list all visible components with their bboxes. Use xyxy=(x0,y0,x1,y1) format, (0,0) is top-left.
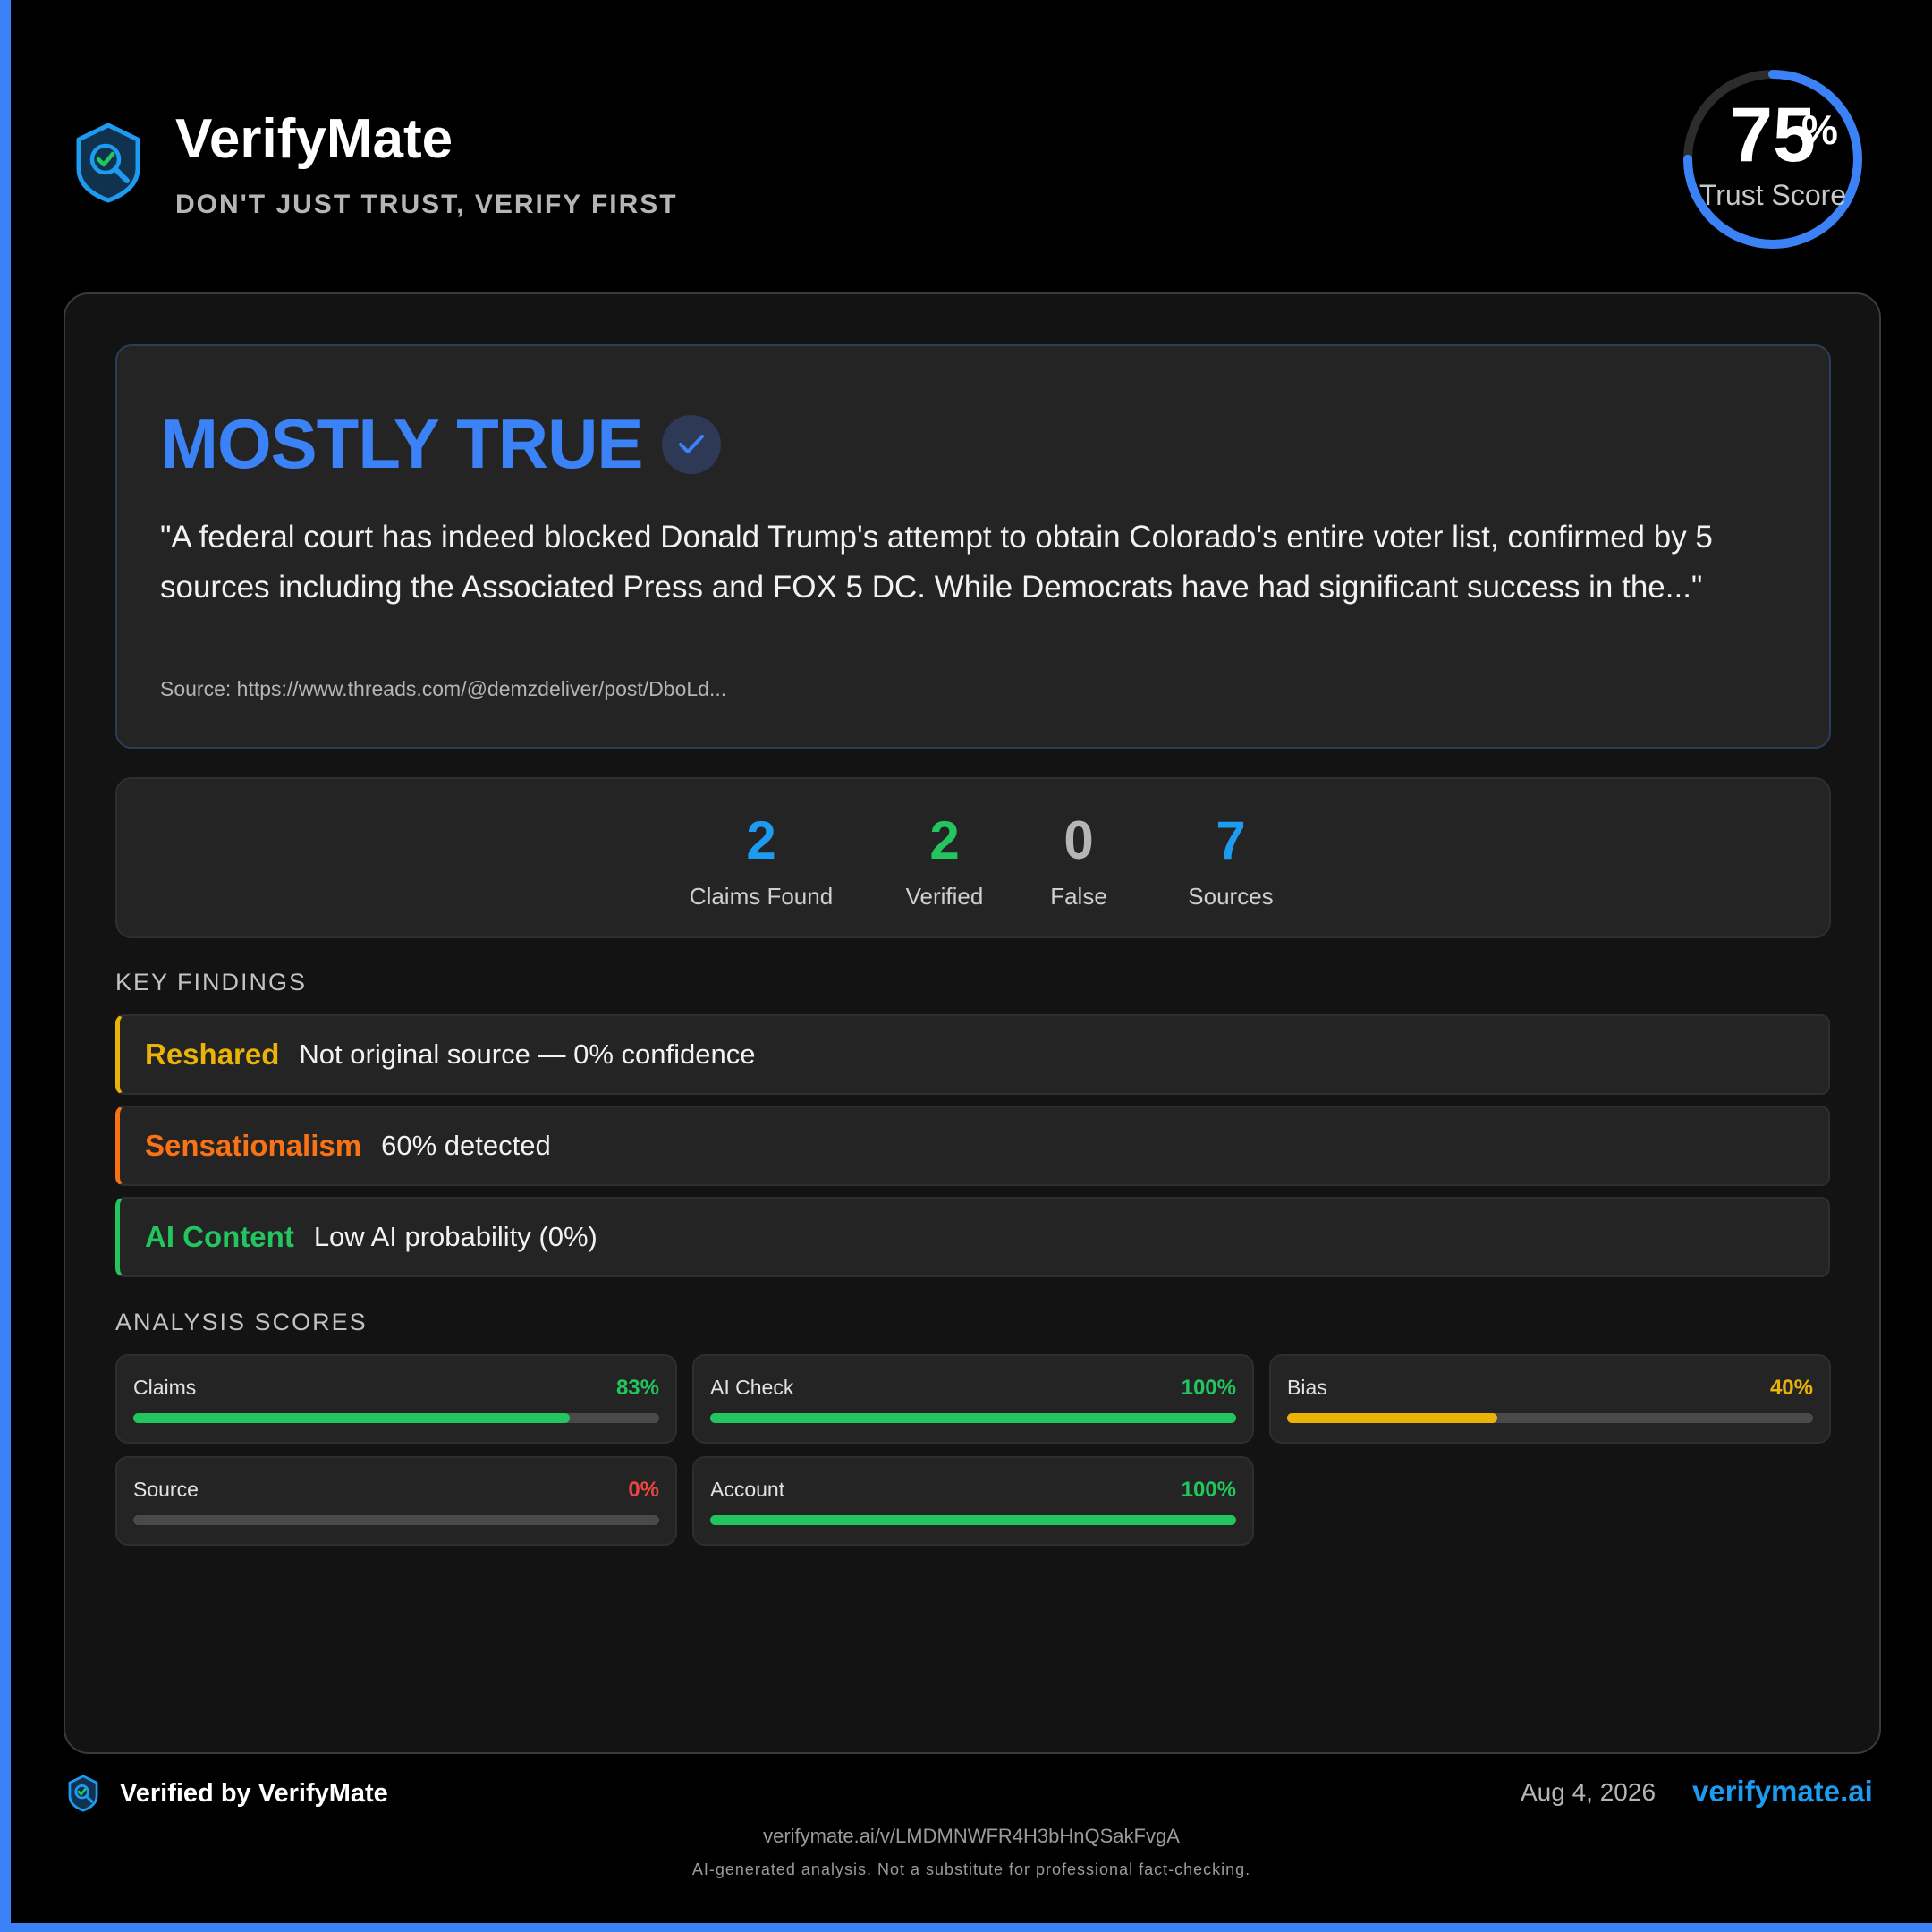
score-track xyxy=(133,1515,659,1525)
score-fill xyxy=(1287,1413,1498,1423)
accent-border-bottom xyxy=(0,1923,1932,1932)
stat-sources: 7 Sources xyxy=(1173,811,1289,911)
verified-by-label: Verified by VerifyMate xyxy=(120,1778,388,1808)
report-card: MOSTLY TRUE "A federal court has indeed … xyxy=(64,292,1881,1754)
check-icon xyxy=(679,434,705,453)
share-url[interactable]: verifymate.ai/v/LMDMNWFR4H3bHnQSakFvgA xyxy=(0,1825,1932,1848)
score-claims: Claims 83% xyxy=(115,1354,677,1444)
finding-text: 60% detected xyxy=(381,1130,551,1161)
score-value: 83% xyxy=(615,1376,659,1400)
stat-value: 7 xyxy=(1216,810,1246,870)
score-label: Claims xyxy=(133,1376,197,1399)
analysis-scores-title: ANALYSIS SCORES xyxy=(115,1309,368,1335)
score-track xyxy=(1287,1413,1813,1423)
score-source: Source 0% xyxy=(115,1456,677,1546)
score-track xyxy=(710,1413,1236,1423)
stat-value: 2 xyxy=(746,810,776,870)
report-date: Aug 4, 2026 xyxy=(1521,1778,1657,1806)
score-bias: Bias 40% xyxy=(1269,1354,1831,1444)
score-account: Account 100% xyxy=(692,1456,1254,1546)
score-value: 0% xyxy=(628,1478,659,1502)
score-fill xyxy=(710,1515,1236,1525)
score-value: 40% xyxy=(1769,1376,1813,1400)
stats-card: 2 Claims Found 2 Verified 0 False 7 Sour… xyxy=(115,777,1831,938)
stat-verified: 2 Verified xyxy=(886,811,1003,911)
score-label: Account xyxy=(710,1478,785,1501)
trust-score-unit: % xyxy=(1801,106,1838,153)
footer-verified: Verified by VerifyMate xyxy=(68,1775,388,1812)
stat-claims-found: 2 Claims Found xyxy=(679,811,843,911)
score-ai-check: AI Check 100% xyxy=(692,1354,1254,1444)
site-link[interactable]: verifymate.ai xyxy=(1692,1775,1873,1809)
shield-magnifier-check-icon xyxy=(76,123,140,203)
claim-quote: "A federal court has indeed blocked Dona… xyxy=(160,520,1713,605)
score-label: AI Check xyxy=(710,1376,794,1399)
score-label: Source xyxy=(133,1478,199,1501)
verdict-card: MOSTLY TRUE "A federal court has indeed … xyxy=(115,344,1831,749)
source-link[interactable]: Source: https://www.threads.com/@demzdel… xyxy=(160,677,726,701)
stat-value: 2 xyxy=(929,810,960,870)
verdict-badge xyxy=(662,414,722,474)
brand-tagline: DON'T JUST TRUST, VERIFY FIRST xyxy=(175,190,678,219)
trust-score-label: Trust Score xyxy=(1699,179,1847,211)
score-track xyxy=(133,1413,659,1423)
finding-tag: Sensationalism xyxy=(145,1129,362,1162)
verdict-label: MOSTLY TRUE xyxy=(160,404,643,483)
score-track xyxy=(710,1515,1236,1525)
score-label: Bias xyxy=(1287,1376,1327,1399)
score-fill xyxy=(133,1413,571,1423)
score-value: 100% xyxy=(1181,1376,1236,1400)
accent-border-left xyxy=(0,0,11,1932)
finding-text: Not original source — 0% confidence xyxy=(299,1038,756,1070)
finding-ai-content: AI Content Low AI probability (0%) xyxy=(115,1197,1830,1277)
stat-false: 0 False xyxy=(1038,811,1119,911)
trust-score-gauge: 75 % Trust Score xyxy=(1682,68,1864,250)
brand-name: VerifyMate xyxy=(175,108,453,170)
key-findings-title: KEY FINDINGS xyxy=(115,969,308,996)
finding-text: Low AI probability (0%) xyxy=(313,1221,597,1252)
score-value: 100% xyxy=(1181,1478,1236,1502)
finding-tag: AI Content xyxy=(145,1220,294,1253)
finding-sensationalism: Sensationalism 60% detected xyxy=(115,1106,1830,1186)
disclaimer: AI-generated analysis. Not a substitute … xyxy=(691,1860,1251,1878)
stat-label: Verified xyxy=(905,883,984,910)
stat-label: False xyxy=(1050,883,1107,910)
finding-reshared: Reshared Not original source — 0% confid… xyxy=(115,1014,1830,1095)
finding-tag: Reshared xyxy=(145,1038,280,1071)
stat-label: Claims Found xyxy=(689,883,834,910)
stat-label: Sources xyxy=(1188,883,1274,910)
stat-value: 0 xyxy=(1063,810,1094,870)
shield-magnifier-check-icon xyxy=(68,1775,98,1812)
brand-header: VerifyMate DON'T JUST TRUST, VERIFY FIRS… xyxy=(75,106,678,220)
score-fill xyxy=(710,1413,1236,1423)
